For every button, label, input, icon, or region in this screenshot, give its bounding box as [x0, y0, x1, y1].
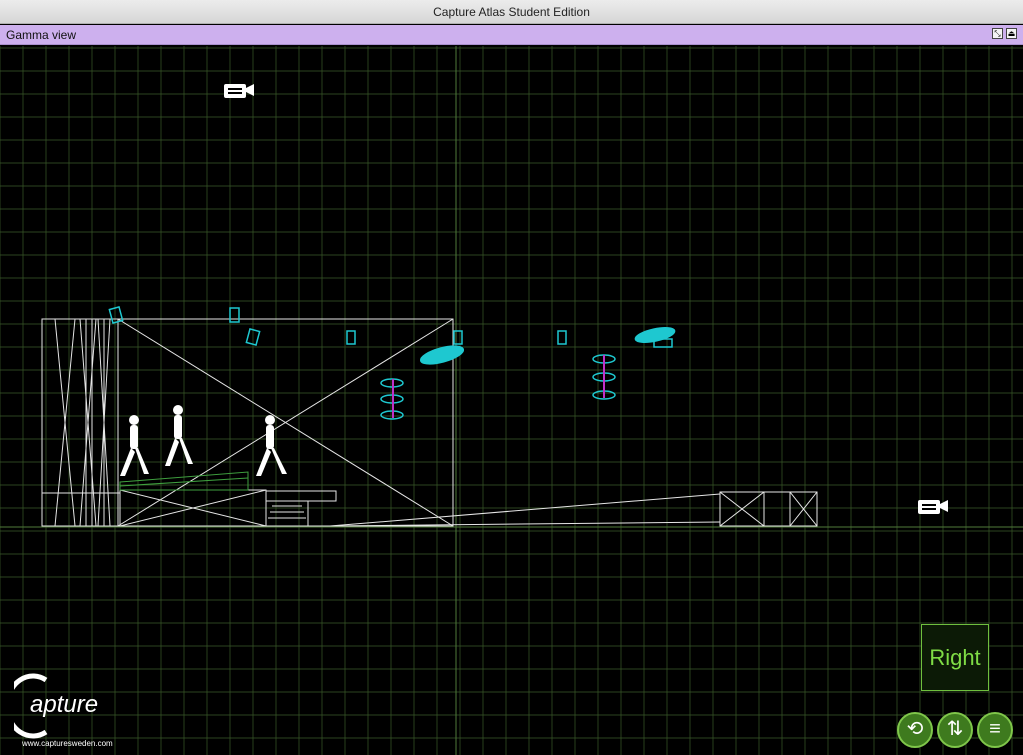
camera-icon[interactable]: [224, 84, 254, 98]
logo-word: apture: [30, 691, 99, 718]
logo-url: www.capturesweden.com: [22, 739, 113, 748]
spotlight: [419, 345, 465, 365]
grid-lines: [0, 46, 1023, 755]
orbit-button[interactable]: ⟲: [897, 712, 933, 748]
maximize-view-button[interactable]: ⤡: [992, 28, 1003, 39]
flip-view-button[interactable]: ⇅: [937, 712, 973, 748]
person-figure: [165, 405, 193, 466]
stage-set-wireframe: [41, 318, 818, 527]
eject-view-button[interactable]: ⏏: [1006, 28, 1017, 39]
gamma-viewport[interactable]: [0, 46, 1023, 755]
fixture: [557, 330, 567, 345]
menu-button[interactable]: ≡: [977, 712, 1013, 748]
window-title: Capture Atlas Student Edition: [433, 4, 590, 19]
hamburger-menu-icon: ≡: [989, 718, 1001, 740]
person-figure: [120, 415, 149, 476]
scene-canvas[interactable]: [0, 46, 1023, 755]
fixture: [108, 306, 124, 324]
fixture: [346, 330, 356, 345]
camera-icon[interactable]: [918, 500, 948, 514]
fixture: [453, 330, 463, 345]
right-view-button[interactable]: Right: [921, 624, 989, 691]
fixture: [229, 307, 240, 323]
capture-logo: apture www.capturesweden.com: [14, 668, 114, 752]
rotate-arrows-icon: ⟲: [906, 718, 924, 740]
vertical-trusses: [392, 355, 605, 418]
spotlight: [634, 327, 676, 343]
view-label: Gamma view: [6, 28, 77, 42]
flip-arrows-icon: ⇅: [946, 718, 964, 740]
window-titlebar: Capture Atlas Student Edition: [0, 0, 1023, 24]
view-header-bar: Gamma view ⤡ ⏏: [0, 25, 1023, 45]
